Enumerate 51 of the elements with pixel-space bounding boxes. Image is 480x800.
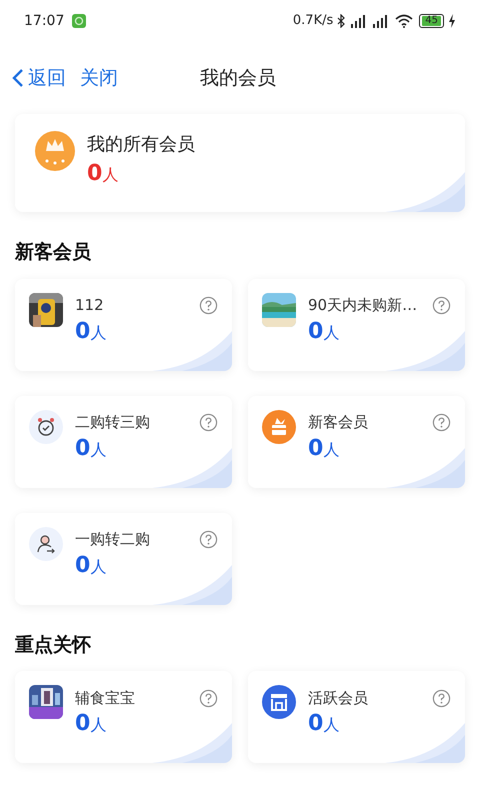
charging-icon (448, 14, 456, 28)
page-title: 我的会员 (200, 66, 276, 91)
member-count: 0人 (75, 438, 106, 460)
member-card[interactable]: 活跃会员 0人 (248, 671, 465, 763)
help-icon[interactable] (432, 688, 451, 708)
member-count: 0人 (308, 713, 340, 735)
member-group-name: 二购转三购 (75, 412, 150, 434)
wifi-icon (395, 14, 414, 28)
back-button[interactable]: 返回 (12, 64, 66, 92)
member-card[interactable]: 新客会员 0人 (248, 396, 465, 488)
member-group-name: 90天内未购新… (308, 295, 418, 316)
member-card[interactable]: 112 0人 (15, 278, 232, 370)
summary-count: 0人 (87, 163, 118, 185)
signal-icon (349, 14, 368, 28)
help-icon[interactable] (199, 530, 218, 549)
member-group-name: 一购转二购 (75, 529, 150, 550)
chevron-left-icon (12, 68, 24, 88)
help-icon[interactable] (199, 688, 218, 708)
section-title: 新客会员 (15, 240, 91, 265)
app-notification-icon (72, 14, 86, 28)
member-group-name: 活跃会员 (308, 688, 368, 709)
bluetooth-icon (337, 14, 346, 28)
summary-card[interactable]: 我的所有会员 0人 (15, 114, 465, 212)
section-title: 重点关怀 (15, 632, 91, 658)
member-card[interactable]: 一购转二购 0人 (15, 512, 232, 604)
member-card[interactable]: 90天内未购新… 0人 (248, 278, 465, 370)
summary-title: 我的所有会员 (87, 133, 195, 157)
help-icon[interactable] (199, 296, 218, 315)
help-icon[interactable] (432, 413, 451, 432)
member-card[interactable]: 二购转三购 0人 (15, 396, 232, 488)
help-icon[interactable] (199, 413, 218, 432)
store-icon (262, 685, 296, 719)
vip-crown-icon (35, 131, 75, 171)
user-swap-icon (29, 526, 63, 560)
help-icon[interactable] (432, 296, 451, 315)
member-card[interactable]: 辅食宝宝 0人 (15, 671, 232, 763)
member-count: 0人 (308, 320, 340, 342)
member-group-name: 辅食宝宝 (75, 688, 135, 709)
member-count: 0人 (75, 320, 106, 342)
signal-icon (371, 14, 390, 28)
alarm-clock-icon (29, 410, 63, 444)
member-count: 0人 (308, 438, 340, 460)
close-button[interactable]: 关闭 (80, 64, 118, 92)
network-speed: 0.7K/s (292, 12, 334, 30)
member-count: 0人 (75, 554, 106, 576)
gift-icon (262, 410, 296, 444)
battery-indicator: 45 (419, 14, 444, 28)
member-group-name: 112 (75, 295, 104, 316)
member-group-name: 新客会员 (308, 412, 368, 434)
status-time: 17:07 (24, 12, 64, 30)
member-count: 0人 (75, 713, 106, 735)
